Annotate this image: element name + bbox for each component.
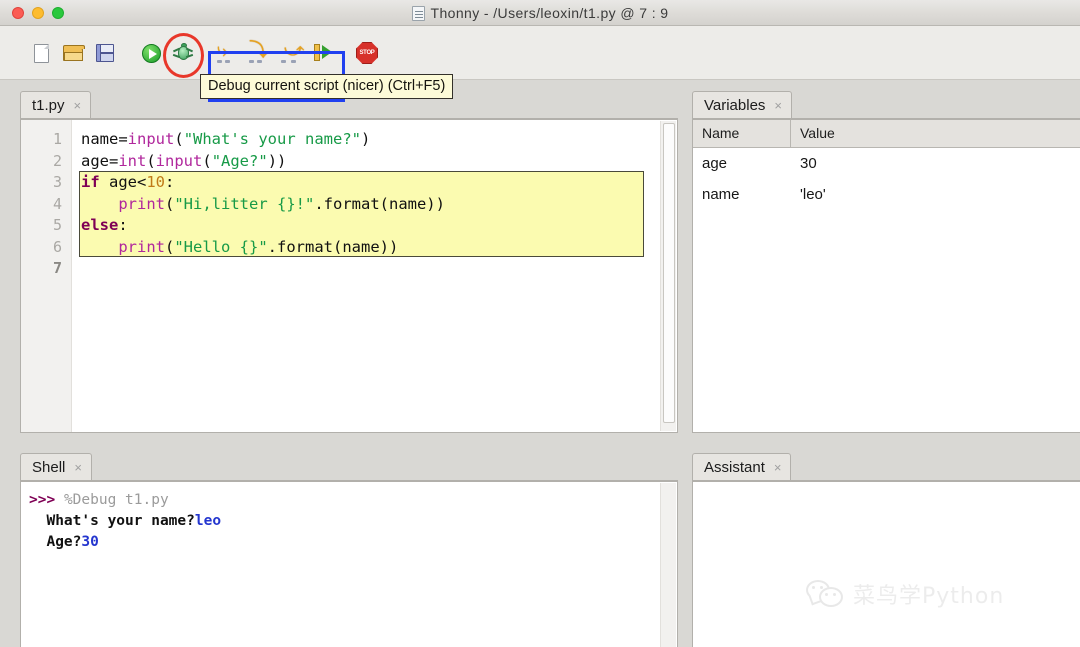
stop-button[interactable]: STOP [352, 37, 382, 69]
variable-value: 'leo' [791, 186, 1080, 203]
variables-table-header: Name Value [693, 120, 1080, 148]
toolbar-buttons: ⤷ ⤵ ⤻ [26, 36, 384, 70]
assistant-tab-label: Assistant [704, 459, 765, 476]
line-number: 1 [21, 129, 71, 151]
variable-name: name [693, 186, 791, 203]
assistant-body[interactable] [692, 481, 1080, 647]
table-row[interactable]: age 30 [693, 148, 1080, 179]
code-editor[interactable]: name=input("What's your name?") age=int(… [72, 120, 677, 432]
open-file-button[interactable] [58, 37, 88, 69]
close-icon[interactable]: × [774, 99, 782, 112]
step-over-icon: ⤷ [215, 42, 239, 64]
variables-tabstrip: Variables × [692, 88, 1080, 119]
new-file-icon [34, 44, 49, 63]
run-script-button[interactable] [136, 37, 166, 69]
shell-input-text: leo [195, 513, 221, 529]
variables-body: Name Value age 30 name 'leo' [692, 119, 1080, 433]
window-title-area: Thonny - /Users/leoxin/t1.py @ 7 : 9 [0, 0, 1080, 26]
toolbar: ⤷ ⤵ ⤻ [0, 26, 1080, 80]
shell-output-line: What's your name?leo [29, 511, 677, 532]
line-number: 5 [21, 215, 71, 237]
step-out-icon: ⤻ [279, 42, 303, 64]
stop-label: STOP [359, 50, 374, 56]
code-line-4: print("Hi,litter {}!".format(name)) [72, 194, 677, 216]
editor-body: 1 2 3 4 5 6 7 name=input("What's your na… [20, 119, 678, 433]
variable-name: age [693, 155, 791, 172]
line-number-gutter: 1 2 3 4 5 6 7 [21, 120, 72, 432]
line-number: 3 [21, 172, 71, 194]
editor-panel: t1.py × 1 2 3 4 5 6 7 name=inp [20, 88, 678, 433]
new-file-button[interactable] [26, 37, 56, 69]
column-header-name[interactable]: Name [693, 120, 791, 147]
save-file-button[interactable] [90, 37, 120, 69]
line-number: 6 [21, 237, 71, 259]
save-floppy-icon [96, 44, 114, 62]
tab-t1-py[interactable]: t1.py × [20, 91, 91, 119]
step-into-icon: ⤵ [247, 42, 271, 64]
shell-vertical-scrollbar[interactable] [660, 483, 676, 647]
close-icon[interactable]: × [774, 461, 782, 474]
table-row[interactable]: name 'leo' [693, 179, 1080, 210]
resume-button[interactable] [308, 37, 338, 69]
document-icon [412, 6, 425, 21]
assistant-panel: Assistant × [692, 450, 1080, 647]
line-number-current: 7 [21, 258, 71, 280]
shell-command-line: >>> %Debug t1.py [29, 490, 677, 511]
variables-tab-label: Variables [704, 97, 765, 114]
tab-shell[interactable]: Shell × [20, 453, 92, 481]
close-icon[interactable]: × [74, 461, 82, 474]
stop-sign-icon: STOP [356, 42, 378, 64]
shell-output-line: Age?30 [29, 532, 677, 553]
resume-icon [311, 43, 335, 63]
code-lines: name=input("What's your name?") age=int(… [72, 129, 677, 280]
code-line-7 [72, 258, 677, 280]
shell-command: %Debug t1.py [64, 492, 169, 508]
run-play-icon [142, 44, 161, 63]
debug-script-button[interactable] [168, 37, 198, 69]
shell-prompt: >>> [29, 492, 55, 508]
assistant-tabstrip: Assistant × [692, 450, 1080, 481]
tab-assistant[interactable]: Assistant × [692, 453, 791, 481]
thonny-window: Thonny - /Users/leoxin/t1.py @ 7 : 9 [0, 0, 1080, 647]
shell-body[interactable]: >>> %Debug t1.py What's your name?leo Ag… [20, 481, 678, 647]
code-line-6: print("Hello {}".format(name)) [72, 237, 677, 259]
title-bar: Thonny - /Users/leoxin/t1.py @ 7 : 9 [0, 0, 1080, 26]
shell-input-text: 30 [81, 534, 98, 550]
debug-bug-icon [173, 44, 193, 62]
code-line-2: age=int(input("Age?")) [72, 151, 677, 173]
code-line-1: name=input("What's your name?") [72, 129, 677, 151]
step-into-button[interactable]: ⤵ [244, 37, 274, 69]
code-line-3: if age<10: [72, 172, 677, 194]
tab-variables[interactable]: Variables × [692, 91, 792, 119]
shell-tabstrip: Shell × [20, 450, 678, 481]
close-icon[interactable]: × [74, 99, 82, 112]
step-out-button[interactable]: ⤻ [276, 37, 306, 69]
open-folder-icon [63, 45, 83, 61]
line-number: 2 [21, 151, 71, 173]
column-header-value[interactable]: Value [791, 120, 1080, 147]
step-over-button[interactable]: ⤷ [212, 37, 242, 69]
shell-panel: Shell × >>> %Debug t1.py What's your nam… [20, 450, 678, 647]
shell-output-text: Age? [29, 534, 81, 550]
variables-panel: Variables × Name Value age 30 name 'leo' [692, 88, 1080, 433]
window-title: Thonny - /Users/leoxin/t1.py @ 7 : 9 [431, 5, 669, 21]
tooltip: Debug current script (nicer) (Ctrl+F5) [200, 74, 453, 99]
editor-tab-label: t1.py [32, 97, 65, 114]
code-line-5: else: [72, 215, 677, 237]
variable-value: 30 [791, 155, 1080, 172]
shell-output-text: What's your name? [29, 513, 195, 529]
line-number: 4 [21, 194, 71, 216]
shell-tab-label: Shell [32, 459, 65, 476]
